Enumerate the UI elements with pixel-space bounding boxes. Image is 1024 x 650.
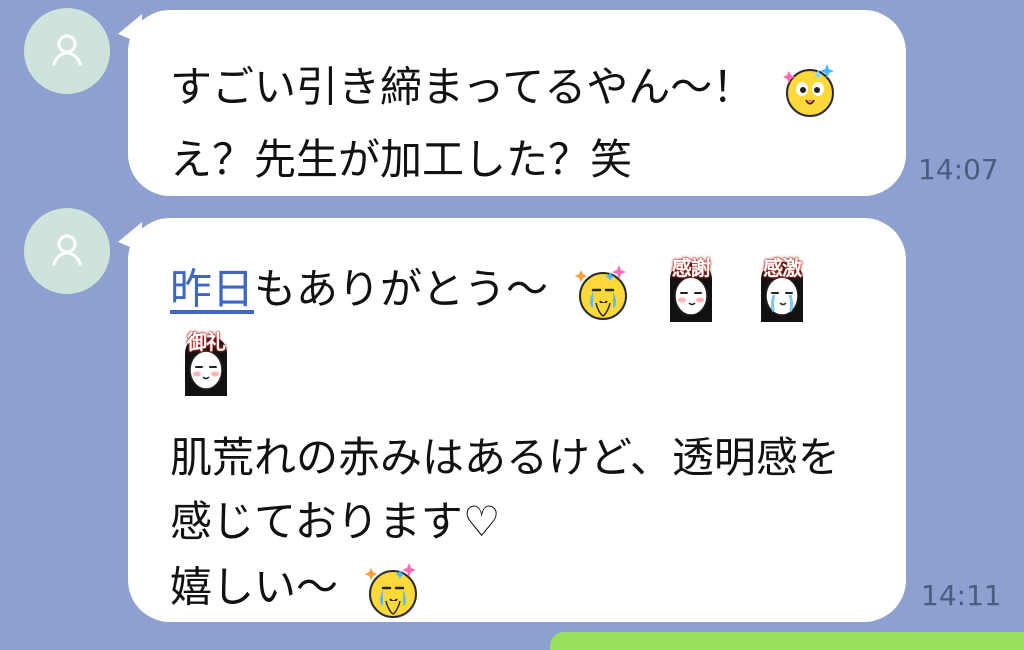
message-text: 嬉しい〜 (170, 562, 339, 612)
message-text: すごい引き締まってるやん〜！ (170, 62, 755, 112)
message-line: 嬉しい〜 (170, 558, 906, 618)
message-time: 14:07 (918, 153, 999, 186)
sparkle-face-emoji-icon (778, 58, 842, 122)
message-text: 肌荒れの赤みはあるけど、透明感を (170, 433, 840, 482)
outgoing-message-edge (550, 632, 1024, 650)
message-bubble[interactable]: すごい引き締まってるやん〜！ え？先生が加工した？笑 (128, 10, 906, 196)
message-line: すごい引き締まってるやん〜！ (170, 58, 906, 117)
avatar[interactable] (24, 208, 110, 294)
message-time: 14:11 (921, 579, 1002, 612)
message-line: 感じております♡ (170, 494, 906, 550)
avatar[interactable] (24, 8, 110, 94)
tearful-prayer-emoji-icon (571, 260, 635, 324)
gratitude-sticker-icon: 御礼 (170, 330, 242, 402)
message-text: 感じております♡ (170, 497, 501, 546)
message-line: 昨日もありがとう〜 感謝 感激 (170, 256, 906, 322)
thanks-sticker-icon: 感謝 (655, 256, 727, 328)
message-text: もありがとう〜 (254, 264, 549, 314)
date-link[interactable]: 昨日 (170, 265, 254, 314)
message-line: え？先生が加工した？笑 (170, 132, 906, 188)
tearful-prayer-emoji-icon (361, 558, 425, 622)
message-bubble[interactable]: 昨日もありがとう〜 感謝 感激 御礼 肌荒れの赤みはあるけど、透明感を 感じてお… (128, 218, 906, 622)
message-text: え？先生が加工した？笑 (170, 135, 633, 184)
person-icon (52, 34, 82, 66)
moved-sticker-icon: 感激 (746, 256, 818, 328)
message-line: 肌荒れの赤みはあるけど、透明感を (170, 430, 906, 486)
person-icon (52, 234, 82, 266)
sticker-line: 御礼 (170, 330, 906, 412)
